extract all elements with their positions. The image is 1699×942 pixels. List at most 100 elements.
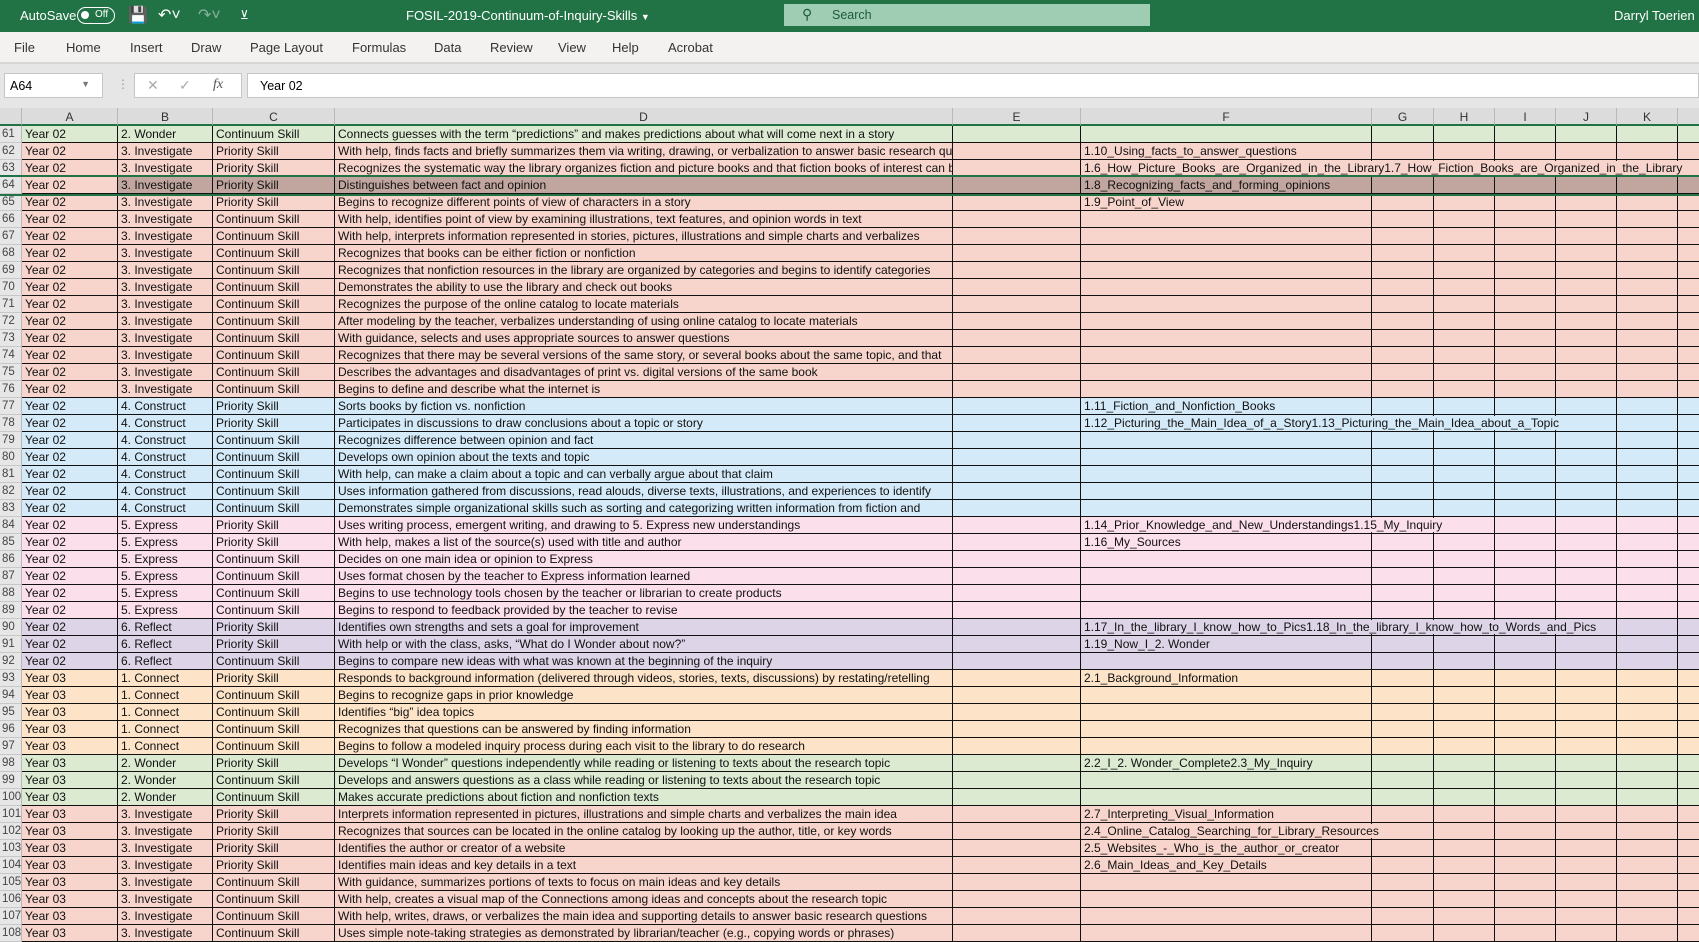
cell-description[interactable]: Participates in discussions to draw conc… [335, 415, 953, 432]
cell-e[interactable] [953, 279, 1081, 296]
cell-stage[interactable]: 4. Construct [118, 483, 213, 500]
cell-l[interactable] [1678, 262, 1699, 279]
cell-description[interactable]: With guidance, summarizes portions of te… [335, 874, 953, 891]
cell-h[interactable] [1434, 466, 1495, 483]
cell-resource[interactable] [1081, 126, 1372, 143]
cell-e[interactable] [953, 721, 1081, 738]
cell-h[interactable] [1434, 857, 1495, 874]
cell-k[interactable] [1617, 296, 1678, 313]
cell-year[interactable]: Year 03 [22, 908, 118, 925]
cell-year[interactable]: Year 02 [22, 415, 118, 432]
cell-g[interactable] [1372, 789, 1434, 806]
cell-k[interactable] [1617, 126, 1678, 143]
cell-description[interactable]: Uses writing process, emergent writing, … [335, 517, 953, 534]
cell-h[interactable] [1434, 687, 1495, 704]
cell-skill-type[interactable]: Continuum Skill [213, 262, 335, 279]
cell-skill-type[interactable]: Priority Skill [213, 160, 335, 177]
cell-resource[interactable]: 2.5_Websites_-_Who_is_the_author_or_crea… [1081, 840, 1372, 857]
tab-acrobat[interactable]: Acrobat [668, 40, 713, 55]
row-header[interactable]: 88 [0, 585, 22, 602]
cell-g[interactable] [1372, 568, 1434, 585]
cell-l[interactable] [1678, 483, 1699, 500]
enter-icon[interactable]: ✓ [179, 77, 191, 94]
cell-year[interactable]: Year 02 [22, 177, 118, 194]
cell-g[interactable] [1372, 891, 1434, 908]
cell-i[interactable] [1495, 330, 1556, 347]
cell-g[interactable] [1372, 840, 1434, 857]
cell-g[interactable] [1372, 721, 1434, 738]
cell-year[interactable]: Year 02 [22, 160, 118, 177]
cell-j[interactable] [1556, 551, 1617, 568]
cell-h[interactable] [1434, 279, 1495, 296]
cell-h[interactable] [1434, 755, 1495, 772]
cell-h[interactable] [1434, 211, 1495, 228]
cell-skill-type[interactable]: Continuum Skill [213, 908, 335, 925]
cell-i[interactable] [1495, 279, 1556, 296]
cell-stage[interactable]: 3. Investigate [118, 908, 213, 925]
row-header[interactable]: 72 [0, 313, 22, 330]
cell-i[interactable] [1495, 211, 1556, 228]
redo-icon[interactable]: ↷˅ [198, 5, 221, 25]
cell-resource[interactable]: 2.4_Online_Catalog_Searching_for_Library… [1081, 823, 1379, 840]
cell-e[interactable] [953, 585, 1081, 602]
cell-h[interactable] [1434, 551, 1495, 568]
cell-stage[interactable]: 2. Wonder [118, 789, 213, 806]
cell-resource[interactable]: 1.19_Now_I_2. Wonder [1081, 636, 1372, 653]
row-header[interactable]: 80 [0, 449, 22, 466]
cell-k[interactable] [1617, 279, 1678, 296]
cell-k[interactable] [1617, 449, 1678, 466]
row-header[interactable]: 62 [0, 143, 22, 160]
cell-j[interactable] [1556, 891, 1617, 908]
cell-h[interactable] [1434, 449, 1495, 466]
cell-k[interactable] [1617, 891, 1678, 908]
cell-resource[interactable]: 2.1_Background_Information [1081, 670, 1372, 687]
cell-h[interactable] [1434, 381, 1495, 398]
cell-h[interactable] [1434, 840, 1495, 857]
cell-j[interactable] [1556, 670, 1617, 687]
cell-skill-type[interactable]: Priority Skill [213, 415, 335, 432]
cell-i[interactable] [1495, 925, 1556, 942]
cell-description[interactable]: Uses simple note-taking strategies as de… [335, 925, 953, 942]
cell-year[interactable]: Year 02 [22, 228, 118, 245]
cell-j[interactable] [1556, 330, 1617, 347]
cell-description[interactable]: Decides on one main idea or opinion to E… [335, 551, 953, 568]
cell-year[interactable]: Year 02 [22, 313, 118, 330]
cell-year[interactable]: Year 02 [22, 279, 118, 296]
row-header[interactable]: 69 [0, 262, 22, 279]
cell-stage[interactable]: 3. Investigate [118, 364, 213, 381]
cell-stage[interactable]: 4. Construct [118, 398, 213, 415]
cell-i[interactable] [1495, 602, 1556, 619]
cell-e[interactable] [953, 602, 1081, 619]
cell-j[interactable] [1556, 177, 1617, 194]
cell-year[interactable]: Year 03 [22, 806, 118, 823]
cell-description[interactable]: Demonstrates the ability to use the libr… [335, 279, 953, 296]
cell-g[interactable] [1372, 670, 1434, 687]
cell-g[interactable] [1372, 772, 1434, 789]
cell-i[interactable] [1495, 823, 1556, 840]
cell-i[interactable] [1495, 517, 1556, 534]
cell-j[interactable] [1556, 636, 1617, 653]
cell-description[interactable]: Identifies the author or creator of a we… [335, 840, 953, 857]
cell-g[interactable] [1372, 653, 1434, 670]
cell-k[interactable] [1617, 551, 1678, 568]
file-name[interactable]: FOSIL-2019-Continuum-of-Inquiry-Skills ▼ [406, 8, 650, 23]
cell-j[interactable] [1556, 534, 1617, 551]
cell-h[interactable] [1434, 772, 1495, 789]
cell-resource[interactable]: 1.12_Picturing_the_Main_Idea_of_a_Story1… [1081, 415, 1560, 432]
cell-skill-type[interactable]: Continuum Skill [213, 602, 335, 619]
cell-skill-type[interactable]: Continuum Skill [213, 789, 335, 806]
cell-i[interactable] [1495, 398, 1556, 415]
cell-j[interactable] [1556, 755, 1617, 772]
cell-skill-type[interactable]: Continuum Skill [213, 721, 335, 738]
cell-skill-type[interactable]: Continuum Skill [213, 466, 335, 483]
tab-page-layout[interactable]: Page Layout [250, 40, 323, 55]
cell-year[interactable]: Year 03 [22, 925, 118, 942]
cell-year[interactable]: Year 02 [22, 330, 118, 347]
cell-skill-type[interactable]: Continuum Skill [213, 296, 335, 313]
cell-year[interactable]: Year 03 [22, 840, 118, 857]
cell-k[interactable] [1617, 653, 1678, 670]
cell-stage[interactable]: 3. Investigate [118, 143, 213, 160]
cell-stage[interactable]: 5. Express [118, 602, 213, 619]
cell-k[interactable] [1617, 755, 1678, 772]
cell-g[interactable] [1372, 823, 1434, 840]
